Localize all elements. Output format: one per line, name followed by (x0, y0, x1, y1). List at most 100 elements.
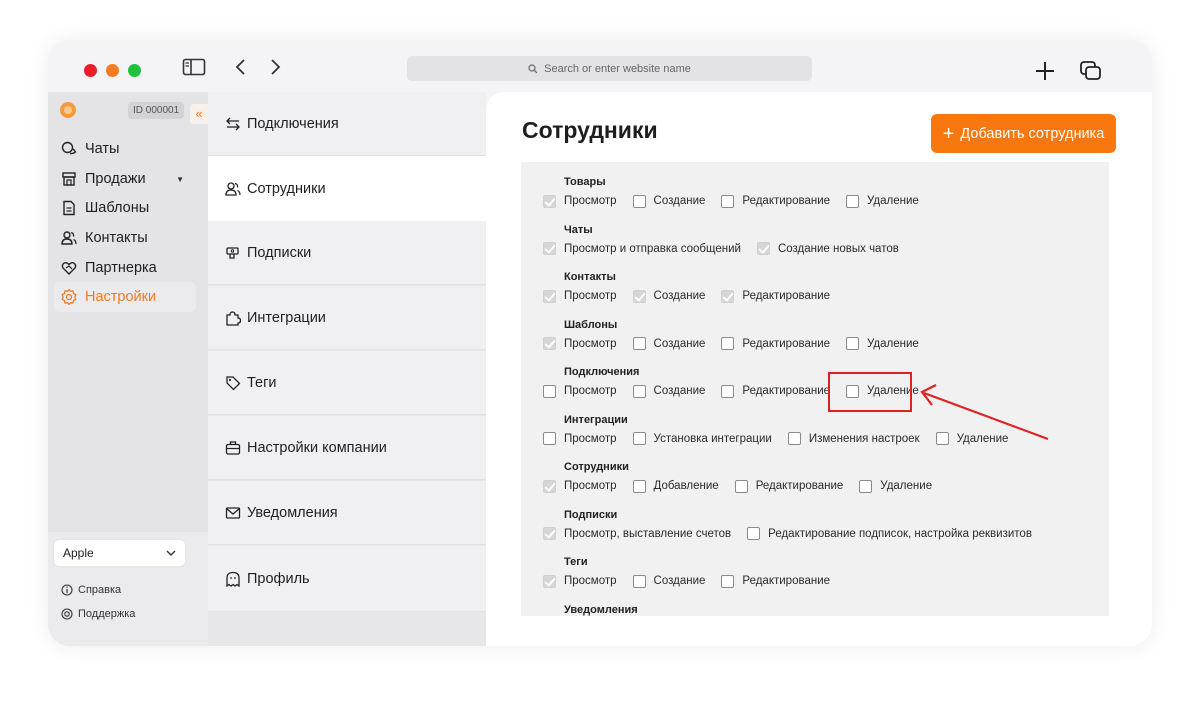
permission-option[interactable]: Создание (632, 574, 706, 588)
settings-item-notifications[interactable]: Уведомления (208, 481, 486, 545)
permission-option[interactable]: Изменения настроек (787, 432, 920, 445)
collapse-sidebar-button[interactable]: « (190, 104, 208, 124)
checkbox-checked[interactable] (543, 194, 556, 208)
permission-option[interactable]: Редактирование подписок, настройка рекви… (747, 527, 1032, 540)
permission-option[interactable]: Создание (632, 337, 705, 350)
checkbox[interactable] (734, 479, 748, 493)
permission-option[interactable]: Удаление (859, 479, 932, 493)
new-tab-icon[interactable] (1034, 60, 1056, 87)
maximize-window-button[interactable] (128, 64, 141, 77)
permission-option[interactable]: Просмотр, выставление счетов (543, 527, 731, 540)
sidebar-toggle-icon[interactable] (182, 58, 206, 81)
checkbox[interactable] (721, 194, 735, 208)
permission-option[interactable]: Просмотр (543, 194, 617, 208)
permission-option[interactable]: Редактирование (721, 194, 830, 208)
permission-option[interactable]: Редактирование (721, 574, 830, 588)
minimize-window-button[interactable] (106, 64, 119, 77)
checkbox[interactable] (632, 384, 646, 398)
tag-icon (226, 375, 241, 390)
checkbox[interactable] (543, 432, 556, 445)
sidebar-item-partners[interactable]: Партнерка (54, 253, 196, 283)
checkbox-checked[interactable] (721, 289, 735, 303)
settings-item-integrations[interactable]: Интеграции (208, 286, 486, 350)
address-bar[interactable]: Search or enter website name (407, 56, 812, 81)
permission-group: Теги Просмотр Создание Редактирование (543, 554, 846, 590)
permission-option[interactable]: Просмотр (543, 384, 617, 398)
checkbox[interactable] (721, 574, 735, 588)
permission-row: Просмотр Добавление Редактирование Удаление (543, 477, 948, 495)
permission-option[interactable]: Просмотр (543, 289, 617, 303)
forward-icon[interactable] (268, 58, 282, 81)
settings-item-employees[interactable]: Сотрудники (208, 156, 486, 221)
page-title: Сотрудники (522, 117, 658, 143)
checkbox[interactable] (632, 574, 646, 588)
settings-item-company[interactable]: Настройки компании (208, 416, 486, 480)
permission-label: Просмотр (564, 337, 617, 350)
checkbox[interactable] (632, 337, 646, 350)
workspace-select[interactable]: Apple (54, 540, 185, 566)
checkbox-checked[interactable] (756, 242, 770, 255)
permission-option[interactable]: Установка интеграции (632, 432, 772, 445)
sidebar-item-settings[interactable]: Настройки (54, 282, 196, 313)
permission-option[interactable]: Редактирование (721, 337, 830, 350)
settings-item-subscriptions[interactable]: Подписки (208, 221, 486, 285)
users-icon (61, 231, 77, 245)
permission-option[interactable]: Просмотр (543, 432, 617, 445)
permission-option[interactable]: Удаление (846, 194, 919, 208)
support-link[interactable]: Поддержка (61, 608, 135, 620)
permission-option[interactable]: Просмотр (543, 574, 617, 588)
permission-option[interactable]: Создание (632, 194, 705, 208)
checkbox[interactable] (632, 194, 646, 208)
sidebar-item-chats[interactable]: Чаты (54, 134, 196, 164)
checkbox[interactable] (632, 479, 646, 493)
checkbox-checked[interactable] (543, 479, 556, 493)
permission-option[interactable]: Добавление (632, 479, 719, 493)
permission-label: Создание (653, 575, 706, 587)
back-icon[interactable] (234, 58, 248, 81)
checkbox-checked[interactable] (543, 527, 556, 540)
checkbox[interactable] (859, 479, 873, 493)
close-window-button[interactable] (84, 64, 97, 77)
checkbox[interactable] (721, 337, 735, 350)
help-link[interactable]: Справка (61, 584, 121, 596)
settings-item-tags[interactable]: Теги (208, 351, 486, 415)
checkbox[interactable] (632, 432, 646, 445)
checkbox-checked[interactable] (543, 337, 556, 350)
permission-option[interactable]: Редактирование (721, 384, 830, 398)
permission-option[interactable]: Создание (632, 289, 705, 303)
permission-option[interactable]: Редактирование (721, 289, 830, 303)
checkbox[interactable] (846, 337, 860, 350)
checkbox[interactable] (747, 527, 761, 540)
sidebar-item-contacts[interactable]: Контакты (54, 223, 196, 253)
checkbox[interactable] (846, 194, 860, 208)
tabs-overview-icon[interactable] (1079, 60, 1103, 87)
add-employee-button[interactable]: + Добавить сотрудника (931, 114, 1116, 153)
handshake-icon (61, 261, 77, 275)
checkbox-checked[interactable] (543, 574, 556, 588)
permission-option[interactable]: Создание (632, 384, 705, 398)
settings-item-connections[interactable]: Подключения (208, 92, 486, 156)
permission-option[interactable]: Просмотр (543, 337, 617, 350)
permission-option[interactable]: Просмотр (543, 479, 617, 493)
checkbox[interactable] (721, 384, 735, 398)
permission-option[interactable]: Создание новых чатов (756, 242, 899, 255)
checkbox-checked[interactable] (543, 289, 556, 303)
checkbox[interactable] (543, 384, 556, 398)
workspace-select-value: Apple (63, 546, 94, 560)
permission-option[interactable]: Просмотр и отправка сообщений (543, 242, 741, 255)
settings-item-label: Интеграции (247, 309, 326, 326)
sidebar-item-sales[interactable]: Продажи ▼ (54, 164, 196, 194)
help-label: Справка (78, 584, 122, 596)
sidebar-item-templates[interactable]: Шаблоны (54, 193, 196, 223)
checkbox[interactable] (787, 432, 801, 445)
money-icon (226, 246, 239, 259)
title-bar: Search or enter website name (48, 40, 1152, 92)
settings-item-profile[interactable]: Профиль (208, 546, 486, 612)
permission-option[interactable]: Удаление (846, 337, 919, 350)
checkbox-checked[interactable] (543, 242, 556, 255)
permission-label: Просмотр (564, 432, 617, 445)
checkbox-checked[interactable] (632, 289, 646, 303)
permission-group-title: Чаты (564, 223, 593, 236)
permission-group-title: Шаблоны (564, 318, 618, 331)
permission-option[interactable]: Редактирование (734, 479, 843, 493)
